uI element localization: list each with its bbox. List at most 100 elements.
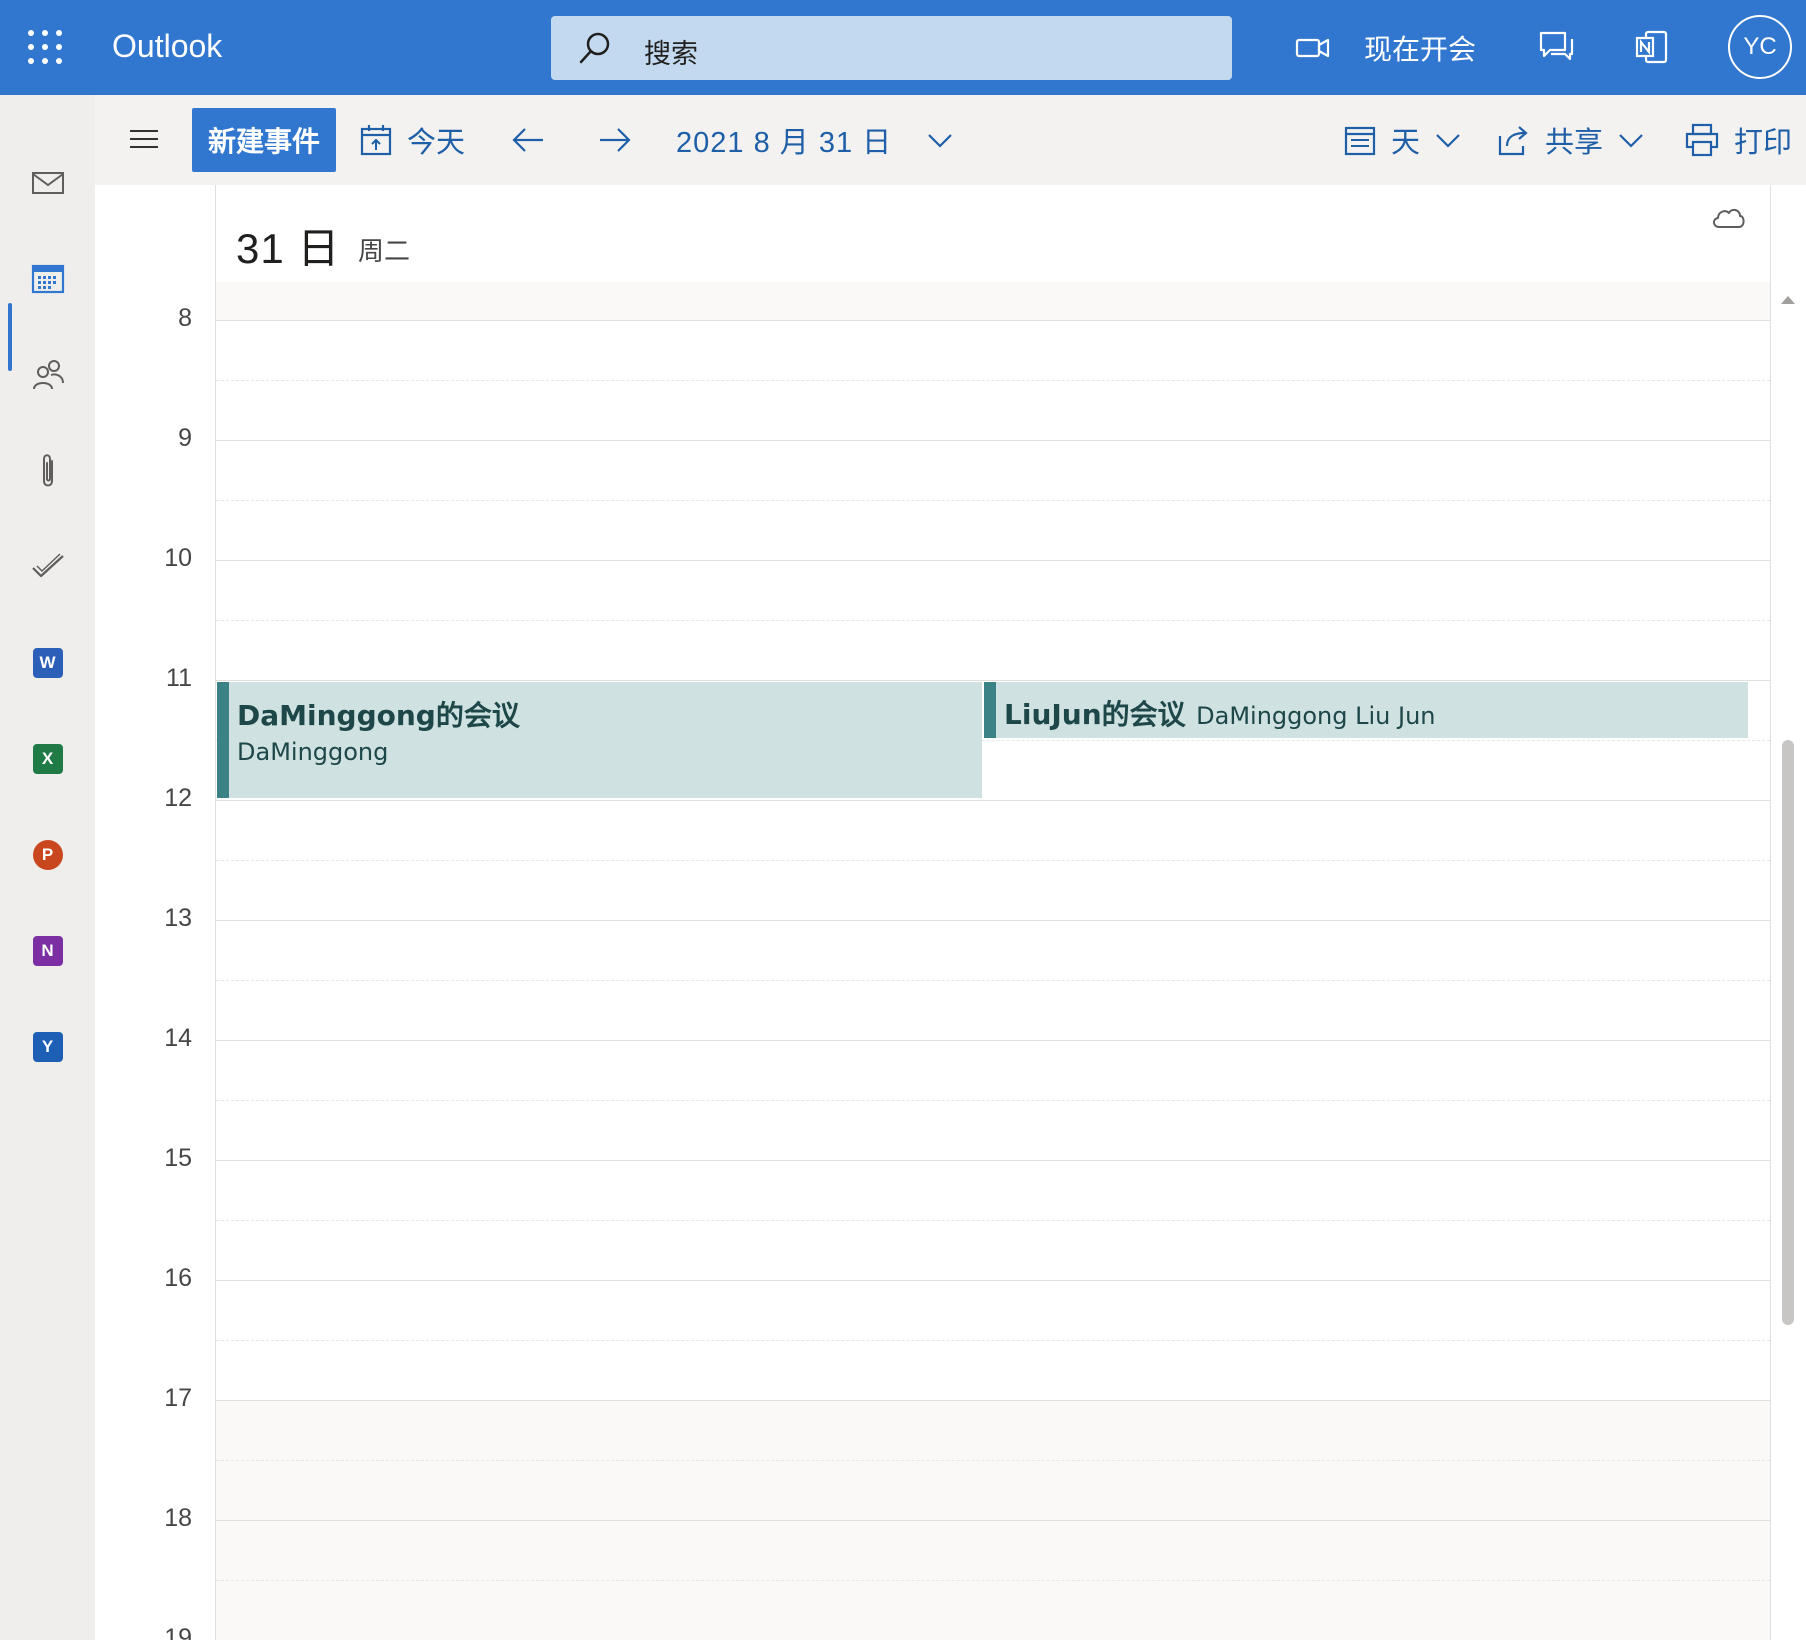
- app-title[interactable]: Outlook: [112, 28, 222, 65]
- cloud-weather-icon[interactable]: [1710, 203, 1746, 231]
- word-icon: W: [32, 648, 63, 678]
- hour-label: 13: [164, 904, 192, 932]
- video-camera-icon[interactable]: [1295, 34, 1331, 62]
- hour-line: [216, 920, 1770, 921]
- feedback-chat-icon[interactable]: [1538, 30, 1574, 64]
- share-button[interactable]: 共享: [1497, 95, 1645, 185]
- rail-item-todo[interactable]: [0, 527, 95, 607]
- rail-item-powerpoint[interactable]: P: [0, 815, 95, 895]
- people-icon: [32, 360, 64, 390]
- time-grid[interactable]: [215, 282, 1771, 1640]
- share-label: 共享: [1545, 127, 1604, 159]
- hour-label: 15: [164, 1144, 192, 1172]
- left-navigation-rail: W X P N Y: [0, 95, 95, 1640]
- half-hour-line: [216, 1100, 1770, 1101]
- app-launcher-icon[interactable]: [28, 30, 64, 66]
- current-date-label: 2021 8 月 31 日: [676, 127, 893, 159]
- onenote-feed-icon[interactable]: [1634, 30, 1670, 64]
- half-hour-line: [216, 1220, 1770, 1221]
- day-header: 31 日 周二: [215, 185, 1771, 282]
- hour-label: 16: [164, 1264, 192, 1292]
- hour-line: [216, 1400, 1770, 1401]
- chevron-down-icon: [1619, 134, 1643, 148]
- hour-line: [216, 1280, 1770, 1281]
- chevron-down-icon: [928, 134, 952, 148]
- rail-item-people[interactable]: [0, 335, 95, 415]
- arrow-right-icon: [600, 128, 631, 152]
- powerpoint-icon: P: [32, 840, 63, 870]
- meet-now-button[interactable]: 现在开会: [1364, 28, 1476, 68]
- avatar[interactable]: YC: [1728, 15, 1792, 79]
- day-view-icon: [1344, 126, 1376, 156]
- excel-icon: X: [32, 744, 63, 774]
- today-button[interactable]: 今天: [359, 95, 465, 185]
- rail-item-mail[interactable]: [0, 143, 95, 223]
- hamburger-menu-icon[interactable]: [128, 126, 160, 152]
- calendar-today-icon: [360, 125, 392, 156]
- event-liujun-meeting[interactable]: LiuJun的会议 DaMinggong Liu Jun: [984, 682, 1748, 738]
- off-hours-shade: [216, 282, 1770, 320]
- half-hour-line: [216, 1460, 1770, 1461]
- onenote-icon: N: [32, 936, 63, 966]
- view-label: 天: [1391, 127, 1421, 159]
- half-hour-line: [216, 380, 1770, 381]
- half-hour-line: [216, 980, 1770, 981]
- hour-label: 14: [164, 1024, 192, 1052]
- top-bar: Outlook 搜索 现在开会 YC: [0, 0, 1806, 95]
- arrow-left-icon: [512, 128, 543, 152]
- hour-label: 17: [164, 1384, 192, 1412]
- hour-label: 18: [164, 1504, 192, 1532]
- half-hour-line: [216, 620, 1770, 621]
- date-picker-button[interactable]: 2021 8 月 31 日: [676, 95, 954, 185]
- chevron-down-icon: [1436, 134, 1460, 148]
- hour-line: [216, 1520, 1770, 1521]
- hour-line: [216, 1160, 1770, 1161]
- next-day-button[interactable]: [597, 95, 633, 185]
- rail-item-onenote[interactable]: N: [0, 911, 95, 991]
- hour-label: 9: [178, 424, 192, 452]
- vertical-scrollbar-thumb[interactable]: [1782, 740, 1794, 1325]
- new-event-button[interactable]: 新建事件: [192, 108, 336, 172]
- share-icon: [1498, 126, 1528, 156]
- hour-line: [216, 680, 1770, 681]
- event-organizer: DaMinggong: [237, 738, 389, 766]
- event-title: DaMinggong的会议: [237, 699, 520, 732]
- hour-label: 8: [178, 304, 192, 332]
- hour-line: [216, 800, 1770, 801]
- hour-label: 11: [166, 664, 192, 692]
- event-daminggong-meeting[interactable]: DaMinggong的会议 DaMinggong: [217, 682, 982, 798]
- hour-line: [216, 560, 1770, 561]
- paperclip-icon: [42, 454, 53, 487]
- day-number: 31 日: [236, 225, 341, 272]
- today-label: 今天: [407, 127, 466, 159]
- hour-label: 19: [164, 1624, 192, 1640]
- event-title: LiuJun的会议: [1004, 698, 1186, 731]
- event-attendees: DaMinggong Liu Jun: [1196, 702, 1436, 730]
- previous-day-button[interactable]: [510, 95, 546, 185]
- rail-item-files[interactable]: [0, 431, 95, 511]
- search-input[interactable]: 搜索: [644, 32, 698, 71]
- half-hour-line: [216, 500, 1770, 501]
- rail-item-yammer[interactable]: Y: [0, 1007, 95, 1087]
- scroll-up-arrow[interactable]: [1781, 296, 1795, 304]
- search-icon: [579, 32, 610, 64]
- mail-icon: [31, 172, 64, 194]
- half-hour-line: [216, 1340, 1770, 1341]
- hour-line: [216, 1040, 1770, 1041]
- command-bar: 新建事件 今天 2021 8 月 31 日 天 共享 打印: [95, 95, 1806, 185]
- calendar-icon: [31, 264, 64, 294]
- half-hour-line: [216, 860, 1770, 861]
- print-button[interactable]: 打印: [1684, 95, 1792, 185]
- half-hour-line: [216, 1580, 1770, 1581]
- hour-line: [216, 320, 1770, 321]
- hour-line: [216, 440, 1770, 441]
- rail-item-excel[interactable]: X: [0, 719, 95, 799]
- checkmark-icon: [31, 553, 64, 578]
- weekday-label: 周二: [358, 236, 411, 266]
- rail-item-word[interactable]: W: [0, 623, 95, 703]
- view-switcher-button[interactable]: 天: [1343, 95, 1462, 185]
- search-box[interactable]: 搜索: [551, 16, 1232, 80]
- printer-icon: [1685, 123, 1719, 157]
- print-label: 打印: [1734, 127, 1793, 159]
- rail-item-calendar[interactable]: [0, 239, 95, 319]
